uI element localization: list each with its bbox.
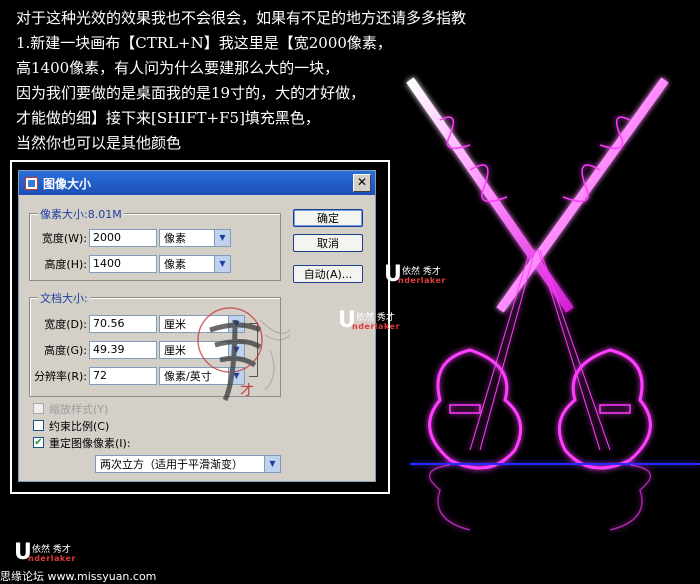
- logo-en-text: nderlaker: [28, 554, 76, 563]
- document-size-label: 文档大小:: [38, 290, 90, 306]
- doc-height-unit: 厘米: [164, 344, 186, 357]
- chevron-down-icon: ▼: [214, 256, 230, 272]
- resolution-row: 分辨率(R): 72: [29, 367, 157, 385]
- constrain-proportions-checkbox[interactable]: [33, 420, 44, 431]
- resample-method-select[interactable]: 两次立方（适用于平滑渐变） ▼: [95, 455, 281, 473]
- glowing-guitars-artwork: [406, 77, 700, 531]
- doc-width-label: 宽度(D):: [44, 318, 87, 331]
- width-input[interactable]: 2000: [89, 229, 157, 247]
- width-unit-select[interactable]: 像素 ▼: [159, 229, 231, 247]
- doc-width-row: 宽度(D): 70.56: [29, 315, 157, 333]
- height-unit-select[interactable]: 像素 ▼: [159, 255, 231, 273]
- width-label: 宽度(W):: [41, 232, 87, 245]
- doc-height-row: 高度(G): 49.39: [29, 341, 157, 359]
- width-row: 宽度(W): 2000: [29, 229, 157, 247]
- chevron-down-icon: ▼: [264, 456, 280, 472]
- photoshop-icon: [25, 176, 38, 190]
- doc-height-input[interactable]: 49.39: [89, 341, 157, 359]
- doc-width-unit: 厘米: [164, 318, 186, 331]
- svg-text:才: 才: [240, 383, 254, 399]
- close-button[interactable]: ✕: [353, 174, 371, 192]
- footer-text: 思缘论坛 www.missyuan.com: [0, 570, 157, 583]
- resample-method: 两次立方（适用于平滑渐变）: [100, 458, 243, 471]
- height-input[interactable]: 1400: [89, 255, 157, 273]
- logo-en-text: nderlaker: [352, 322, 400, 331]
- footer: 思缘论坛 www.missyuan.com: [0, 566, 700, 584]
- doc-height-label: 高度(G):: [44, 344, 87, 357]
- calligraphy-watermark: 才: [197, 307, 291, 402]
- cancel-button[interactable]: 取消: [293, 234, 363, 252]
- height-unit: 像素: [164, 258, 186, 271]
- width-unit: 像素: [164, 232, 186, 245]
- dialog-titlebar[interactable]: 图像大小: [19, 171, 375, 195]
- height-row: 高度(H): 1400: [29, 255, 157, 273]
- pixel-dimensions-label: 像素大小:8.01M: [38, 206, 124, 222]
- dialog-title: 图像大小: [43, 176, 92, 191]
- doc-width-input[interactable]: 70.56: [89, 315, 157, 333]
- resample-label: 重定图像像素(I):: [49, 437, 131, 450]
- chevron-down-icon: ▼: [214, 230, 230, 246]
- constrain-proportions-label: 约束比例(C): [49, 420, 110, 433]
- resolution-input[interactable]: 72: [89, 367, 157, 385]
- intro-line: 1.新建一块画布【CTRL+N】我这里是【宽2000像素，: [16, 34, 392, 52]
- scale-styles-label: 缩放样式(Y): [49, 403, 109, 416]
- resample-checkbox[interactable]: ✔: [33, 437, 44, 448]
- height-label: 高度(H):: [44, 258, 87, 271]
- scale-styles-checkbox[interactable]: [33, 403, 44, 414]
- intro-line: 对于这种光效的效果我也不会很会，如果有不足的地方还请多多指教: [16, 9, 467, 27]
- ok-button[interactable]: 确定: [293, 209, 363, 227]
- auto-button[interactable]: 自动(A)...: [293, 265, 363, 283]
- logo-en-text: nderlaker: [398, 276, 446, 285]
- resolution-label: 分辨率(R):: [34, 370, 87, 383]
